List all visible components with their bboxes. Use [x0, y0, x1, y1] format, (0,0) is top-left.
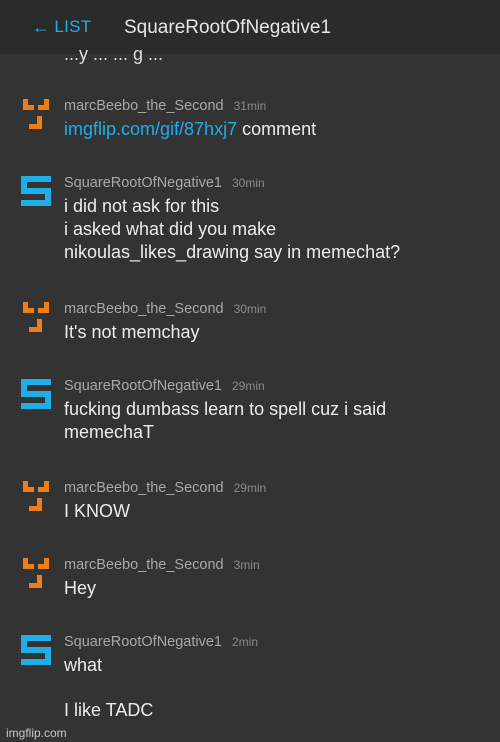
username[interactable]: marcBeebo_the_Second [64, 557, 224, 573]
message-text: I KNOW [64, 501, 130, 521]
message-header: SquareRootOfNegative1 2min [64, 634, 258, 650]
timestamp: 3min [233, 558, 260, 572]
timestamp: 29min [232, 379, 265, 393]
username[interactable]: SquareRootOfNegative1 [64, 175, 222, 191]
partially-visible-message: ...y ... ... g ... [64, 50, 164, 64]
marcbeebo-avatar-icon[interactable] [20, 557, 52, 589]
square-s-avatar-icon[interactable] [20, 175, 52, 207]
left-arrow-icon: ← [32, 17, 51, 37]
marcbeebo-avatar-icon[interactable] [20, 301, 52, 333]
message-text: imgflip.com/gif/87hxj7 comment [64, 119, 317, 139]
message-text: what [64, 655, 103, 675]
username[interactable]: marcBeebo_the_Second [64, 98, 224, 114]
square-s-avatar-icon[interactable] [20, 634, 52, 666]
message-header: SquareRootOfNegative1 30min [64, 175, 265, 191]
username[interactable]: marcBeebo_the_Second [64, 480, 224, 496]
marcbeebo-avatar-icon[interactable] [20, 98, 52, 130]
marcbeebo-avatar-icon[interactable] [20, 480, 52, 512]
timestamp: 30min [233, 302, 267, 316]
square-s-avatar-icon[interactable] [20, 378, 52, 410]
message-text: Hey [64, 578, 97, 598]
trailing-message-text: I like TADC [64, 700, 154, 720]
timestamp: 30min [232, 176, 265, 190]
back-to-list-button[interactable]: ← LIST [32, 17, 91, 37]
username[interactable]: SquareRootOfNegative1 [64, 378, 222, 394]
message-text: i did not ask for this i asked what did … [64, 196, 401, 262]
message-link[interactable]: imgflip.com/gif/87hxj7 [64, 119, 237, 139]
message-text: It's not memchay [64, 322, 200, 342]
username[interactable]: SquareRootOfNegative1 [64, 634, 222, 650]
chat-title: SquareRootOfNegative1 [124, 17, 332, 38]
message-header: SquareRootOfNegative1 29min [64, 378, 265, 394]
chat-header: ← LIST SquareRootOfNegative1 [0, 0, 500, 54]
message-text: fucking dumbass learn to spell cuz i sai… [64, 399, 387, 442]
message-header: marcBeebo_the_Second 3min [64, 557, 260, 573]
message-header: marcBeebo_the_Second 30min [64, 301, 266, 317]
timestamp: 2min [232, 635, 259, 649]
message-header: marcBeebo_the_Second 31min [64, 98, 266, 114]
timestamp: 31min [233, 99, 267, 113]
imgflip-watermark: imgflip.com [6, 726, 67, 740]
timestamp: 29min [233, 481, 267, 495]
back-label: LIST [54, 17, 92, 36]
username[interactable]: marcBeebo_the_Second [64, 301, 224, 317]
message-header: marcBeebo_the_Second 29min [64, 480, 266, 496]
